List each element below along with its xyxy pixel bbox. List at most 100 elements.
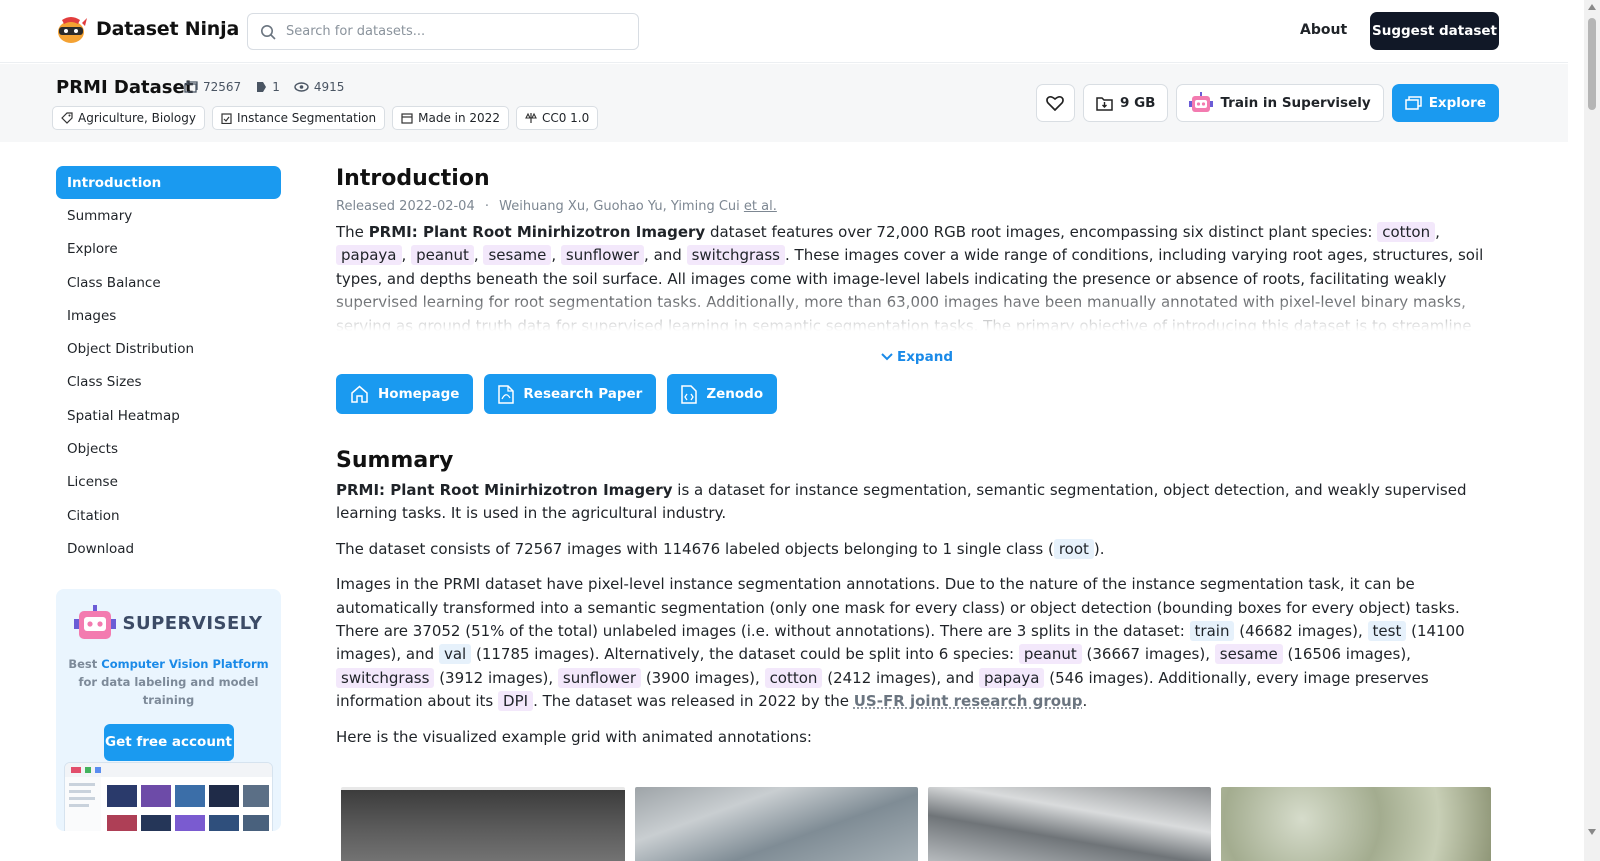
train-in-supervisely-button[interactable]: Train in Supervisely bbox=[1176, 84, 1384, 122]
scroll-down-icon[interactable] bbox=[1588, 829, 1596, 835]
download-size-button[interactable]: 9 GB bbox=[1082, 84, 1169, 122]
homepage-button[interactable]: Homepage bbox=[336, 374, 474, 414]
get-free-account-button[interactable]: Get free account bbox=[103, 724, 234, 761]
search-box[interactable] bbox=[247, 13, 639, 50]
sidebar-item-summary[interactable]: Summary bbox=[56, 199, 281, 232]
brand-name: Dataset Ninja bbox=[96, 18, 240, 40]
scrollbar-thumb[interactable] bbox=[1588, 18, 1596, 110]
about-link[interactable]: About bbox=[1300, 22, 1347, 38]
scroll-up-icon[interactable] bbox=[1588, 4, 1596, 10]
supervisely-logo-icon bbox=[74, 605, 117, 639]
summary-text-2b: ). bbox=[1093, 539, 1105, 558]
sidebar-item-class-balance[interactable]: Class Balance bbox=[56, 266, 281, 299]
species-tag: peanut bbox=[411, 245, 474, 266]
species-count: (36667 images), bbox=[1086, 645, 1211, 664]
comma: , bbox=[551, 246, 557, 265]
split-tag-train[interactable]: train bbox=[1189, 621, 1235, 642]
et-al-link[interactable]: et al. bbox=[744, 199, 777, 214]
summary-heading: Summary bbox=[336, 448, 454, 473]
period: . bbox=[1082, 692, 1088, 711]
favorite-button[interactable] bbox=[1035, 84, 1075, 122]
species-tag-sunflower[interactable]: sunflower bbox=[557, 667, 642, 688]
sidebar-item-images[interactable]: Images bbox=[56, 299, 281, 332]
promo-logo: SUPERVISELY bbox=[56, 605, 281, 641]
sidebar-item-explore[interactable]: Explore bbox=[56, 233, 281, 266]
header-actions: 9 GB Train in Supervisely Explore bbox=[1035, 84, 1499, 122]
promo-text-pre: Best bbox=[68, 657, 98, 671]
expand-button[interactable]: Expand bbox=[336, 349, 1498, 365]
suggest-dataset-button[interactable]: Suggest dataset bbox=[1370, 12, 1499, 50]
tag-industry[interactable]: Agriculture, Biology bbox=[52, 106, 205, 130]
dataset-header: PRMI Dataset 72567 1 4915 Agriculture, B… bbox=[0, 64, 1568, 142]
supervisely-robot-icon bbox=[1189, 92, 1214, 112]
tag-license-label: CC0 1.0 bbox=[541, 111, 590, 125]
species-tag-cotton[interactable]: cotton bbox=[764, 667, 823, 688]
summary-paragraph-4: Here is the visualized example grid with… bbox=[336, 727, 812, 746]
summary-paragraph-2: The dataset consists of 72567 images wit… bbox=[336, 538, 1498, 561]
sidebar-item-spatial-heatmap[interactable]: Spatial Heatmap bbox=[56, 399, 281, 432]
species-count: (16506 images), bbox=[1287, 645, 1411, 664]
dpi-tag[interactable]: DPI bbox=[498, 691, 534, 712]
promo-text-highlight[interactable]: Computer Vision Platform bbox=[101, 657, 268, 671]
dataset-stats: 72567 1 4915 bbox=[184, 80, 344, 94]
promo-text: Best Computer Vision Platform for data l… bbox=[68, 655, 269, 709]
text-fade bbox=[336, 285, 1498, 331]
dataset-title: PRMI Dataset bbox=[56, 77, 194, 98]
research-paper-button[interactable]: Research Paper bbox=[484, 374, 657, 414]
species-tag-peanut[interactable]: peanut bbox=[1018, 644, 1082, 665]
tag-license[interactable]: CC0 1.0 bbox=[515, 106, 599, 130]
promo-screenshot bbox=[64, 762, 273, 831]
sidebar-item-objects[interactable]: Objects bbox=[56, 432, 281, 465]
explore-label: Explore bbox=[1428, 95, 1486, 111]
split-tag-test[interactable]: test bbox=[1367, 621, 1407, 642]
train-label: Train in Supervisely bbox=[1220, 95, 1371, 111]
example-image[interactable] bbox=[341, 787, 625, 861]
species-tag: sunflower bbox=[560, 245, 645, 266]
zenodo-button[interactable]: Zenodo bbox=[667, 374, 778, 414]
calendar-icon bbox=[401, 113, 413, 124]
sidebar-item-citation[interactable]: Citation bbox=[56, 499, 281, 532]
comma: , bbox=[401, 246, 407, 265]
species-tag-papaya[interactable]: papaya bbox=[978, 667, 1045, 688]
resource-links: Homepage Research Paper Zenodo bbox=[336, 374, 1498, 414]
pdf-file-icon bbox=[498, 384, 515, 404]
explore-button[interactable]: Explore bbox=[1391, 84, 1499, 122]
home-icon bbox=[351, 385, 368, 403]
species-count: (3912 images), bbox=[439, 668, 554, 687]
intro-meta: Released 2022-02-04 · Weihuang Xu, Guoha… bbox=[336, 199, 1498, 214]
tag-icon bbox=[257, 82, 267, 92]
example-image[interactable] bbox=[1221, 787, 1491, 861]
eye-icon bbox=[294, 82, 309, 92]
example-image[interactable] bbox=[928, 787, 1211, 861]
search-input[interactable] bbox=[286, 24, 616, 39]
introduction-heading: Introduction bbox=[336, 166, 490, 191]
sidebar-item-introduction[interactable]: Introduction bbox=[56, 166, 281, 200]
sidebar-item-class-sizes[interactable]: Class Sizes bbox=[56, 366, 281, 399]
authors: Weihuang Xu, Guohao Yu, Yiming Cui bbox=[499, 199, 740, 214]
class-tag-root[interactable]: root bbox=[1053, 538, 1094, 559]
scale-icon bbox=[525, 112, 537, 123]
species-tag-switchgrass[interactable]: switchgrass bbox=[336, 667, 435, 688]
sidebar-item-download[interactable]: Download bbox=[56, 532, 281, 565]
split-tag-val[interactable]: val bbox=[438, 644, 472, 665]
promo-text-post: for data labeling and model training bbox=[78, 675, 259, 707]
size-label: 9 GB bbox=[1119, 95, 1156, 111]
zenodo-label: Zenodo bbox=[706, 386, 764, 402]
sidebar-item-object-distribution[interactable]: Object Distribution bbox=[56, 332, 281, 365]
research-paper-label: Research Paper bbox=[523, 386, 643, 402]
classes-stat: 1 bbox=[255, 80, 280, 94]
org-link[interactable]: US-FR joint research group bbox=[854, 692, 1083, 710]
expand-label: Expand bbox=[897, 349, 953, 365]
tag-task[interactable]: Instance Segmentation bbox=[211, 106, 386, 130]
page-scrollbar[interactable] bbox=[1584, 0, 1600, 861]
sidebar-item-license[interactable]: License bbox=[56, 466, 281, 499]
species-tag: papaya bbox=[336, 245, 402, 266]
tag-year[interactable]: Made in 2022 bbox=[392, 106, 509, 130]
species-tag: sesame bbox=[483, 245, 552, 266]
summary-paragraph-1: PRMI: Plant Root Minirhizotron Imagery i… bbox=[336, 479, 1498, 526]
species-tag-sesame[interactable]: sesame bbox=[1214, 644, 1283, 665]
intro-text-a: dataset features over 72,000 RGB root im… bbox=[709, 223, 1373, 241]
example-image[interactable] bbox=[635, 787, 918, 861]
classes-count: 1 bbox=[272, 80, 280, 94]
brand[interactable]: Dataset Ninja bbox=[56, 14, 239, 44]
